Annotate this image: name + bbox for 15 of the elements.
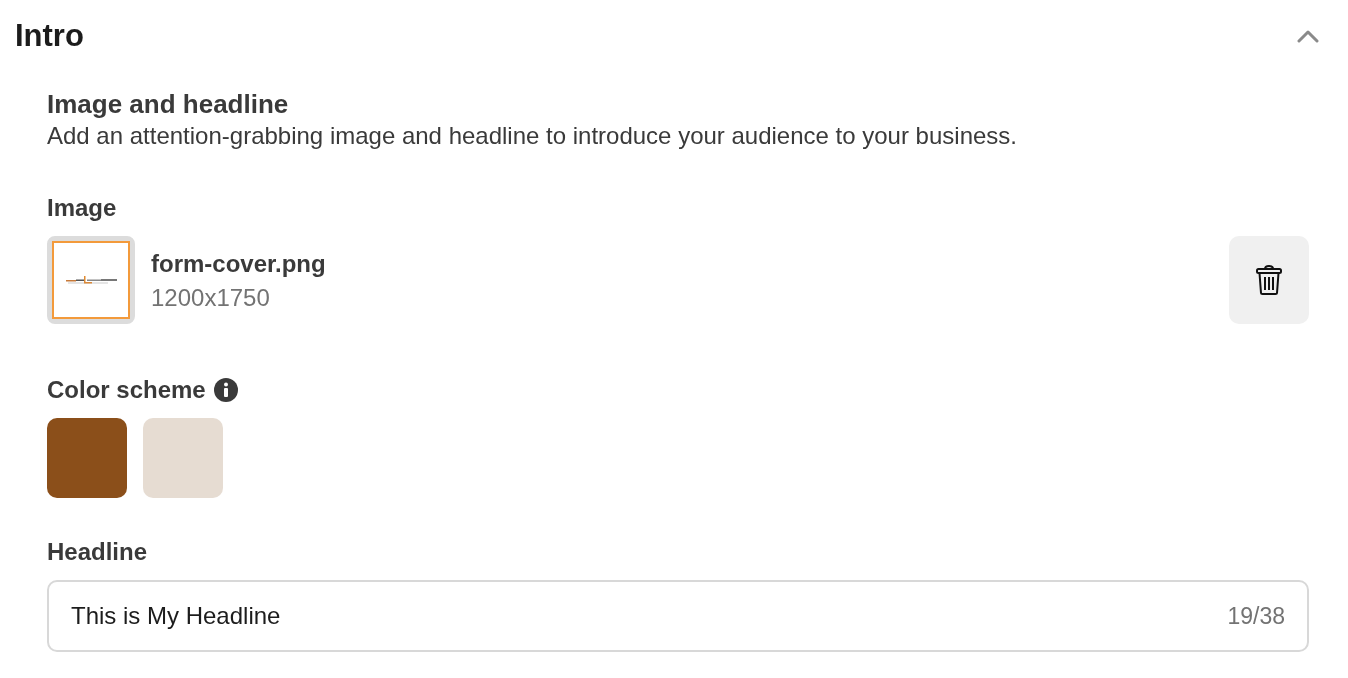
image-dimensions: 1200x1750 <box>151 283 271 313</box>
color-swatch[interactable] <box>47 418 127 498</box>
trash-icon <box>1255 264 1283 296</box>
color-swatch[interactable] <box>143 418 223 498</box>
character-counter: 19/38 <box>1227 602 1285 630</box>
info-icon[interactable] <box>213 378 238 402</box>
field-label: Image <box>47 193 118 223</box>
chevron-up-icon <box>1297 29 1319 43</box>
file-name: form-cover.png <box>151 249 327 279</box>
delete-button[interactable] <box>1229 236 1309 324</box>
field-label: Color scheme <box>47 375 206 405</box>
field-label: Headline <box>47 537 149 567</box>
description: Add an attention-grabbing image and headline to introduce your audience to your business. <box>47 121 1018 151</box>
subsection-title: Image and headline <box>47 88 290 120</box>
section-title: Intro <box>15 18 84 54</box>
